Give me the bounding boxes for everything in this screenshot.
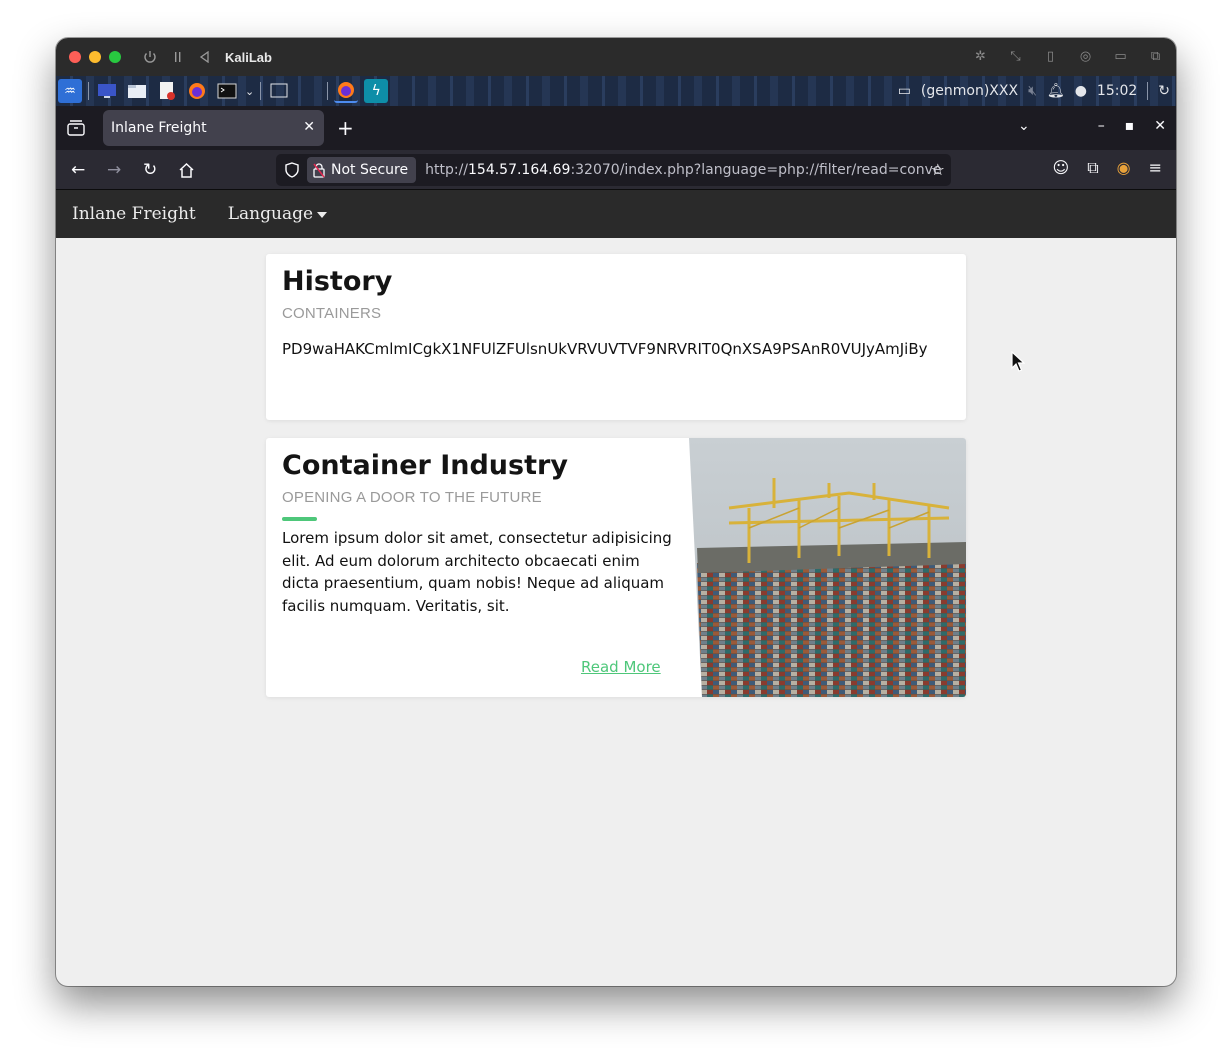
reload-icon[interactable]: ↻	[143, 160, 157, 180]
minimize-icon[interactable]: –	[1098, 118, 1105, 134]
industry-body: Lorem ipsum dolor sit amet, consectetur …	[282, 529, 672, 615]
text-editor-icon[interactable]	[155, 79, 179, 103]
language-dropdown[interactable]: Language	[227, 204, 328, 224]
window-controls	[69, 51, 121, 63]
terminal-icon[interactable]	[215, 79, 239, 103]
chevron-down-icon[interactable]: ⌄	[245, 85, 254, 98]
windows-icon[interactable]: ⧉	[1147, 48, 1164, 65]
pause-icon[interactable]	[173, 51, 183, 63]
history-content: PD9waHAKCmlmICgkX1NFUlZFUlsnUkVRVUVTVF9N…	[282, 340, 928, 358]
industry-title: Container Industry	[282, 450, 568, 481]
history-subtitle: CONTAINERS	[282, 305, 382, 322]
industry-subtitle: OPENING A DOOR TO THE FUTURE	[282, 489, 542, 506]
site-navbar: Inlane Freight Language	[56, 190, 1176, 238]
desktop-icon[interactable]	[95, 79, 119, 103]
power-manager-icon[interactable]: ●	[1075, 83, 1087, 99]
close-icon[interactable]: ✕	[1154, 118, 1166, 134]
burp-task-icon[interactable]: ϟ	[364, 79, 389, 103]
muted-speaker-icon[interactable]: 🔇︎	[1028, 83, 1037, 99]
language-label: Language	[227, 204, 314, 224]
close-window-button[interactable]	[69, 51, 81, 63]
panel-separator	[327, 82, 329, 100]
notification-bell-icon[interactable]: 🔔︎	[1047, 83, 1065, 99]
history-card: History CONTAINERS PD9waHAKCmlmICgkX1NFU…	[266, 254, 966, 420]
files-icon[interactable]	[125, 79, 149, 103]
clock[interactable]: 15:02	[1097, 83, 1137, 99]
home-icon[interactable]	[178, 162, 195, 178]
vm-window: KaliLab ✲ ⤡ ▯ ◎ ▭ ⧉ ♒ ⌄ ϟ ▭ (genmon)XXX …	[56, 38, 1176, 986]
kali-menu-icon[interactable]: ♒	[58, 79, 82, 103]
tab-inlane-freight[interactable]: Inlane Freight ✕	[103, 110, 324, 146]
menu-icon[interactable]: ≡	[1149, 158, 1162, 178]
kali-panel: ♒ ⌄ ϟ ▭ (genmon)XXX 🔇︎ 🔔︎ ● 15:02 ↻	[56, 76, 1176, 106]
new-tab-icon[interactable]: +	[337, 116, 354, 140]
url-text: http://154.57.164.69:32070/index.php?lan…	[425, 162, 942, 178]
read-more-link[interactable]: Read More	[581, 658, 661, 676]
display-icon[interactable]: ▭	[898, 83, 911, 99]
tab-manager-icon[interactable]	[67, 120, 85, 136]
genmon-text: (genmon)XXX	[920, 83, 1019, 99]
browser-nav-bar: ← → ↻ Not Secure http://154.57.164.69:32…	[56, 150, 1176, 190]
zoom-window-button[interactable]	[109, 51, 121, 63]
list-all-tabs-icon[interactable]: ⌄	[1018, 118, 1030, 134]
vm-titlebar: KaliLab ✲ ⤡ ▯ ◎ ▭ ⧉	[56, 38, 1176, 76]
refresh-session-icon[interactable]: ↻	[1158, 83, 1170, 99]
resize-icon[interactable]: ⤡	[1007, 48, 1024, 65]
burp-extension-icon[interactable]: ◉	[1117, 158, 1131, 178]
forward-icon[interactable]: →	[107, 160, 121, 180]
tab-title: Inlane Freight	[111, 120, 207, 136]
browser-tab-bar: Inlane Freight ✕ + ⌄ – ▪ ✕	[56, 106, 1176, 150]
shield-icon[interactable]	[285, 162, 299, 178]
industry-card: Container Industry OPENING A DOOR TO THE…	[266, 438, 966, 697]
back-icon[interactable]: ←	[71, 160, 85, 180]
maximize-icon[interactable]: ▪	[1125, 118, 1135, 134]
not-secure-badge[interactable]: Not Secure	[307, 157, 417, 183]
firefox-task-icon[interactable]	[334, 79, 359, 103]
panel-separator	[1147, 82, 1149, 100]
workspace-icon[interactable]	[267, 79, 291, 103]
account-icon[interactable]: ☺	[1053, 158, 1070, 178]
bookmark-star-icon[interactable]: ☆	[931, 160, 945, 179]
back-triangle-icon[interactable]	[199, 51, 211, 63]
usb-icon[interactable]: ▯	[1042, 48, 1059, 65]
container-port-image	[689, 438, 966, 697]
accent-divider	[282, 517, 317, 521]
url-bar[interactable]: Not Secure http://154.57.164.69:32070/in…	[276, 154, 951, 186]
workspace-icon[interactable]	[297, 79, 321, 103]
caret-down-icon	[317, 212, 328, 218]
panel-separator	[260, 82, 262, 100]
site-brand[interactable]: Inlane Freight	[72, 204, 196, 224]
minimize-window-button[interactable]	[89, 51, 101, 63]
vm-title: KaliLab	[225, 49, 272, 65]
insecure-lock-icon	[313, 162, 325, 178]
mouse-cursor-icon	[1011, 351, 1025, 372]
shared-folder-icon[interactable]: ▭	[1112, 48, 1129, 65]
security-label: Not Secure	[331, 162, 409, 178]
loading-icon: ✲	[975, 49, 986, 64]
panel-separator	[88, 82, 89, 100]
history-title: History	[282, 266, 393, 297]
firefox-launcher-icon[interactable]	[185, 79, 209, 103]
close-tab-icon[interactable]: ✕	[303, 119, 315, 135]
extensions-icon[interactable]: ⧉	[1087, 158, 1098, 178]
power-icon[interactable]	[143, 50, 157, 64]
network-icon[interactable]: ◎	[1077, 48, 1094, 65]
